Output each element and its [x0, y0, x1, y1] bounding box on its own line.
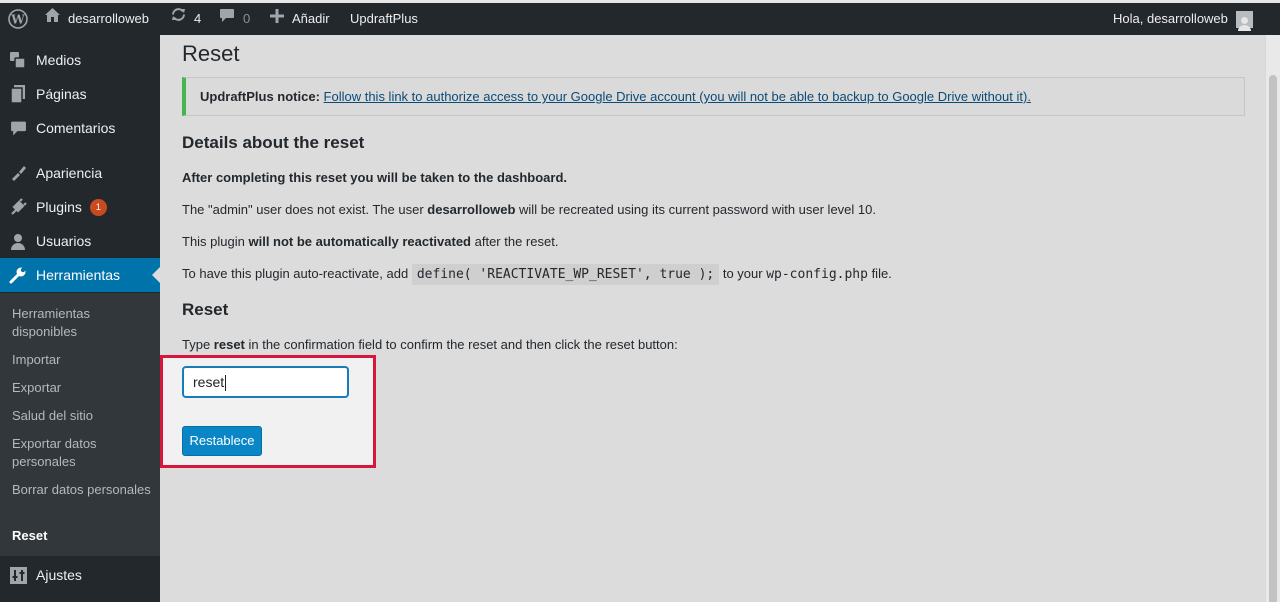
notice-label: UpdraftPlus notice:	[200, 89, 320, 104]
comments-menu[interactable]: 0	[219, 3, 250, 35]
submenu-salud-del-sitio[interactable]: Salud del sitio	[12, 407, 152, 425]
admin-user-info-text: The "admin" user does not exist. The use…	[182, 202, 876, 217]
google-drive-authorize-link[interactable]: Follow this link to authorize access to …	[324, 89, 1031, 104]
submenu-exportar[interactable]: Exportar	[12, 379, 152, 397]
sidebar-item-ajustes[interactable]: Ajustes	[0, 558, 160, 592]
main-content: Reset UpdraftPlus notice: Follow this li…	[160, 35, 1265, 602]
settings-icon	[8, 565, 28, 585]
submenu-herramientas-disponibles[interactable]: Herramientas disponibles	[12, 305, 152, 341]
sidebar-item-label: Usuarios	[36, 233, 92, 249]
updates-count: 4	[194, 11, 202, 26]
updraftplus-menu[interactable]: UpdraftPlus	[350, 3, 418, 35]
reset-button[interactable]: Restablece	[182, 426, 262, 456]
sidebar-item-herramientas[interactable]: Herramientas	[0, 258, 160, 292]
reset-heading: Reset	[182, 300, 229, 319]
admin-user-text-part: will be recreated using its current pass…	[515, 202, 876, 217]
submenu-borrar-datos-personales[interactable]: Borrar datos personales	[12, 481, 152, 499]
svg-text:W: W	[10, 13, 25, 27]
site-name: desarrolloweb	[68, 11, 149, 26]
username-text: desarrolloweb	[427, 202, 516, 217]
sidebar-item-label: Medios	[36, 52, 82, 68]
admin-user-text-part: The "admin" user does not exist. The use…	[182, 202, 428, 217]
instructions-text-part: Type	[182, 337, 214, 352]
auto-reactivate-text-part: to your	[719, 266, 767, 281]
reactivation-text-part: This plugin	[182, 234, 249, 249]
plus-icon	[270, 3, 284, 35]
updates-menu[interactable]: 4	[170, 3, 201, 35]
comments-icon	[8, 118, 28, 138]
sidebar-item-paginas[interactable]: Páginas	[0, 77, 160, 111]
reset-instructions-text: Type reset in the confirmation field to …	[182, 337, 678, 352]
tools-submenu: Herramientas disponibles Importar Export…	[0, 293, 160, 556]
text-caret	[225, 375, 227, 392]
users-icon	[8, 231, 28, 251]
updates-icon	[170, 3, 187, 35]
appearance-icon	[8, 163, 28, 183]
submenu-importar[interactable]: Importar	[12, 351, 152, 369]
sidebar-item-usuarios[interactable]: Usuarios	[0, 224, 160, 258]
media-icon	[8, 50, 28, 70]
tools-icon	[8, 265, 28, 285]
admin-bar: W desarrolloweb 4 0 Añadir UpdraftPlus H…	[0, 0, 1280, 35]
greeting: Hola, desarrolloweb	[1113, 11, 1228, 26]
sidebar-item-label: Herramientas	[36, 267, 121, 283]
page-title: Reset	[182, 41, 240, 66]
reactivation-info-text: This plugin will not be automatically re…	[182, 234, 558, 249]
account-menu[interactable]: Hola, desarrolloweb	[1113, 3, 1253, 35]
sidebar-item-label: Páginas	[36, 86, 87, 102]
sidebar-item-comentarios[interactable]: Comentarios	[0, 111, 160, 145]
site-menu[interactable]: desarrolloweb	[44, 3, 149, 35]
add-new-menu[interactable]: Añadir	[270, 3, 330, 35]
auto-reactivate-text-part: file.	[867, 266, 892, 281]
add-new-label: Añadir	[292, 11, 330, 26]
reset-confirm-input[interactable]: reset	[182, 366, 349, 398]
sidebar-item-label: Comentarios	[36, 120, 116, 136]
instructions-text-part: in the confirmation field to confirm the…	[244, 337, 678, 352]
confirm-word: reset	[213, 337, 245, 352]
scrollbar-thumb[interactable]	[1269, 75, 1277, 602]
sidebar-item-label: Plugins	[36, 199, 82, 215]
plugins-icon	[8, 197, 28, 217]
sidebar-item-label: Apariencia	[36, 165, 103, 181]
avatar	[1235, 10, 1253, 31]
reactivation-emphasis: will not be automatically reactivated	[248, 234, 471, 249]
home-icon	[44, 3, 61, 35]
updraftplus-notice: UpdraftPlus notice: Follow this link to …	[182, 77, 1245, 116]
submenu-reset[interactable]: Reset	[12, 527, 152, 545]
updraftplus-label: UpdraftPlus	[350, 11, 418, 26]
reset-input-value: reset	[193, 374, 225, 390]
auto-reactivate-text-part: To have this plugin auto-reactivate, add	[182, 266, 412, 281]
details-heading: Details about the reset	[182, 133, 365, 152]
submenu-exportar-datos-personales[interactable]: Exportar datos personales	[12, 435, 152, 471]
admin-sidebar: Medios Páginas Comentarios Apariencia Pl…	[0, 35, 160, 602]
comments-count: 0	[243, 11, 251, 26]
config-filename: wp-config.php	[766, 267, 868, 282]
reactivation-text-part: after the reset.	[471, 234, 559, 249]
sidebar-item-apariencia[interactable]: Apariencia	[0, 156, 160, 190]
auto-reactivate-info-text: To have this plugin auto-reactivate, add…	[182, 264, 892, 285]
dashboard-info-text: After completing this reset you will be …	[182, 170, 568, 185]
plugins-update-badge: 1	[89, 198, 107, 216]
comment-bubble-icon	[219, 3, 235, 35]
page-scrollbar[interactable]	[1265, 35, 1280, 602]
define-code-snippet: define( 'REACTIVATE_WP_RESET', true );	[411, 264, 720, 285]
sidebar-item-label: Ajustes	[36, 567, 82, 583]
sidebar-item-plugins[interactable]: Plugins 1	[0, 190, 160, 224]
wordpress-logo-icon[interactable]: W	[8, 3, 28, 35]
sidebar-item-medios[interactable]: Medios	[0, 43, 160, 77]
pages-icon	[8, 84, 28, 104]
